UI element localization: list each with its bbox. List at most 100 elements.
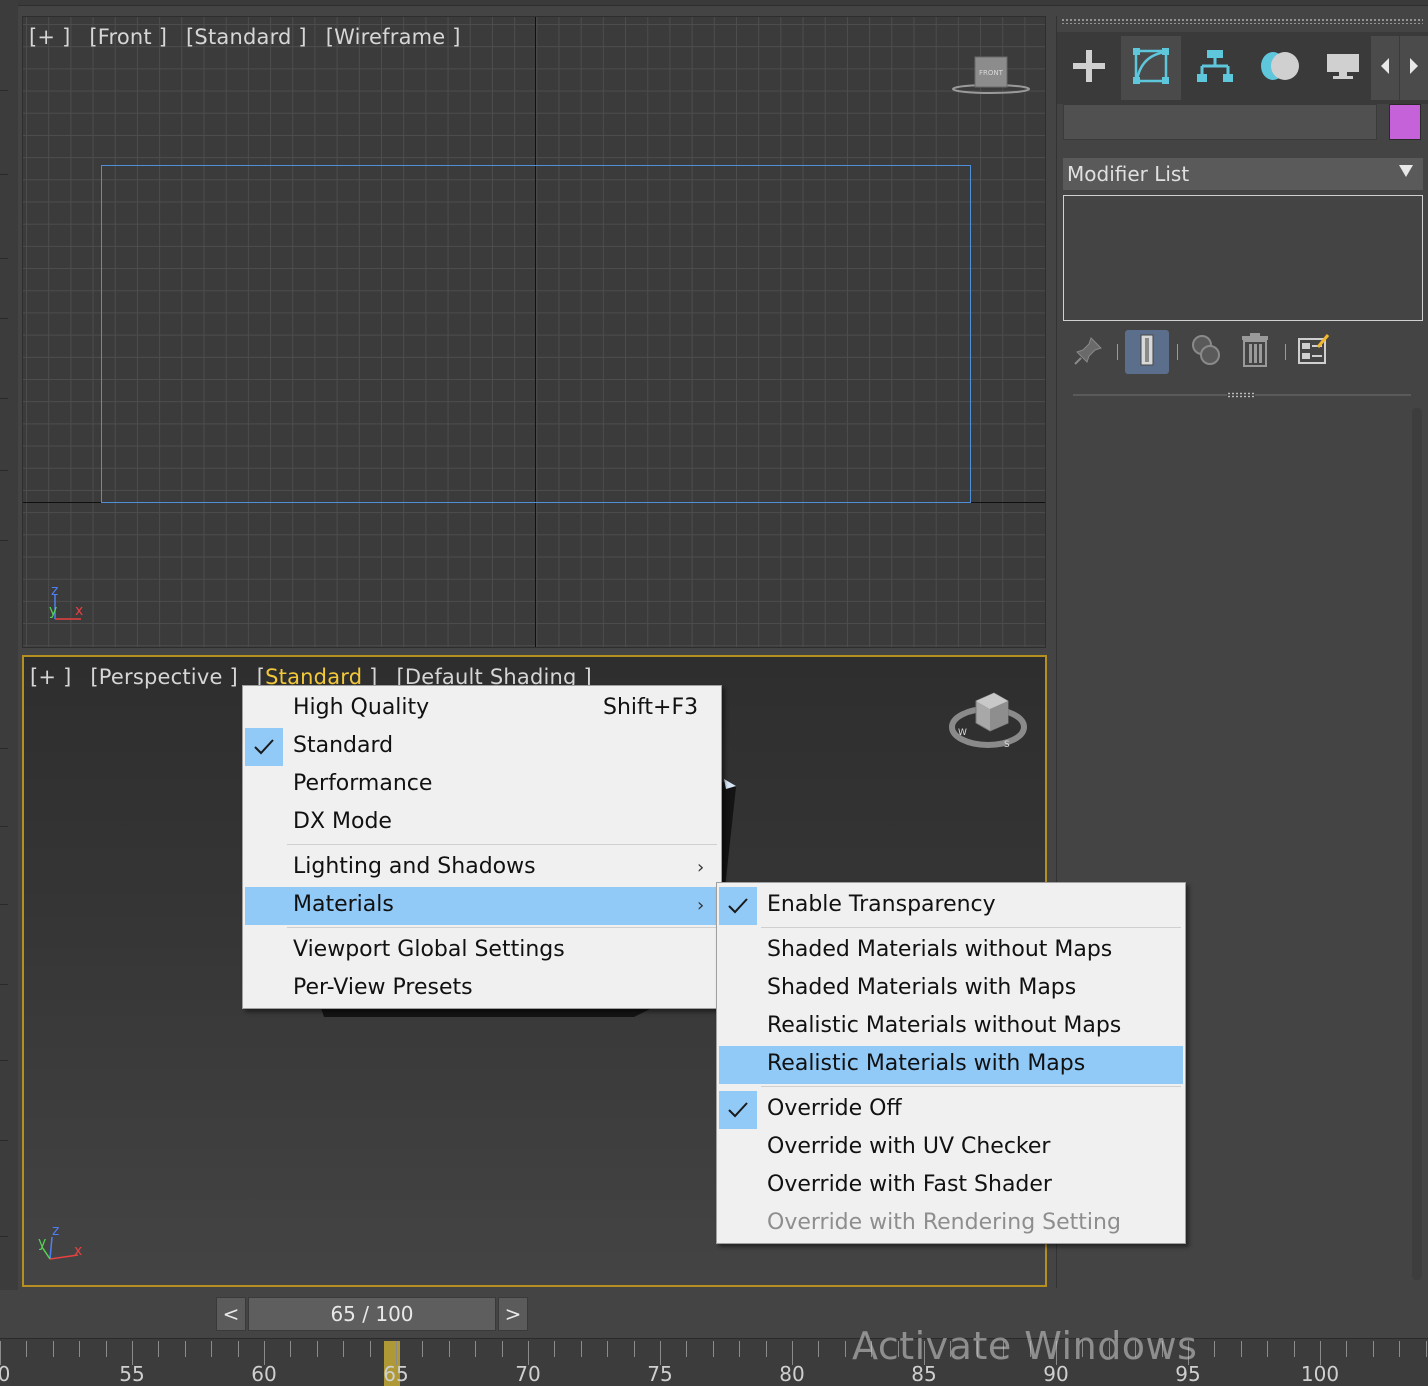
- viewport-shading-menu[interactable]: [Standard ]: [186, 25, 307, 49]
- configure-modifier-sets-button[interactable]: [1291, 330, 1335, 374]
- menu-item-standard[interactable]: Standard: [245, 728, 719, 766]
- activate-windows-watermark: Activate Windows: [852, 1324, 1198, 1368]
- timeline-tick: [369, 1341, 371, 1357]
- axis-z-label: z: [52, 1223, 60, 1239]
- modifier-stack-toolbar: [1067, 330, 1417, 374]
- timeline-tick: [739, 1341, 741, 1357]
- axis-y-label: y: [38, 1235, 47, 1251]
- track-bar-timeline[interactable]: 0 55 60 65 70 75 80 85 90 95 100: [0, 1338, 1428, 1386]
- viewport-display-mode-menu[interactable]: [Wireframe ]: [326, 25, 461, 49]
- modifier-list-label: Modifier List: [1067, 162, 1190, 186]
- modify-curve-icon: [1131, 46, 1171, 90]
- plane-object-outline[interactable]: [101, 165, 971, 503]
- object-name-input[interactable]: [1063, 104, 1377, 140]
- menu-item-enable-transparency[interactable]: Enable Transparency: [719, 887, 1183, 925]
- configure-sets-icon: [1296, 333, 1330, 371]
- axis-y-label: y: [49, 603, 58, 619]
- menu-item-override-fast-shader[interactable]: Override with Fast Shader: [719, 1167, 1183, 1205]
- viewcube-perspective[interactable]: W S: [948, 687, 1028, 757]
- time-slider[interactable]: < 65 / 100 >: [216, 1297, 530, 1331]
- timeline-tick: [607, 1341, 609, 1357]
- time-slider-thumb[interactable]: 65 / 100: [248, 1297, 496, 1331]
- timeline-tick: [475, 1341, 477, 1357]
- menu-item-lighting-and-shadows[interactable]: Lighting and Shadows ›: [245, 849, 719, 887]
- timeline-tick: [844, 1341, 846, 1357]
- remove-modifier-button[interactable]: [1233, 330, 1277, 374]
- viewport-point-of-view-menu[interactable]: [Perspective ]: [90, 665, 237, 689]
- timeline-tick: [184, 1341, 186, 1357]
- timeline-tick: [1425, 1341, 1427, 1357]
- timeline-tick: [501, 1341, 503, 1357]
- timeline-tick: [448, 1341, 450, 1357]
- tab-hierarchy[interactable]: [1185, 36, 1245, 100]
- monitor-icon: [1323, 46, 1363, 90]
- timeline-tick: [211, 1341, 213, 1357]
- menu-item-shaded-with-maps[interactable]: Shaded Materials with Maps: [719, 970, 1183, 1008]
- check-icon: [719, 1091, 757, 1129]
- viewcube-front[interactable]: FRONT: [949, 53, 1033, 97]
- menu-item-override-rendering-setting: Override with Rendering Setting: [767, 1210, 1121, 1235]
- rollout-resize-grip[interactable]: [1227, 392, 1255, 398]
- timeline-tick: [1240, 1341, 1242, 1357]
- menu-item-realistic-with-maps[interactable]: Realistic Materials with Maps: [719, 1046, 1183, 1084]
- timeline-frame-label: 80: [779, 1362, 805, 1386]
- timeline-tick: [580, 1341, 582, 1357]
- viewport-point-of-view-menu[interactable]: [Front ]: [89, 25, 167, 49]
- menu-item-performance[interactable]: Performance: [245, 766, 719, 804]
- menu-item-shaded-without-maps[interactable]: Shaded Materials without Maps: [719, 932, 1183, 970]
- menu-item-high-quality[interactable]: High Quality Shift+F3: [245, 690, 719, 728]
- tab-display[interactable]: [1313, 36, 1373, 100]
- axis-z-label: z: [51, 583, 59, 599]
- menu-item-viewport-global-settings[interactable]: Viewport Global Settings: [245, 932, 719, 970]
- axis-x-label: x: [74, 1243, 83, 1259]
- timeline-tick: [765, 1341, 767, 1357]
- menu-item-dx-mode[interactable]: DX Mode: [245, 804, 719, 842]
- timeline-tick: [686, 1341, 688, 1357]
- menu-separator: [761, 927, 1181, 928]
- menu-item-per-view-presets[interactable]: Per-View Presets: [245, 970, 719, 1008]
- axis-tripod-front: z y x: [47, 583, 97, 633]
- timeline-tick: [26, 1341, 28, 1357]
- menu-item-realistic-without-maps[interactable]: Realistic Materials without Maps: [719, 1008, 1183, 1046]
- submenu-chevron-icon: ›: [697, 857, 705, 878]
- tab-scroll-right-button[interactable]: [1400, 36, 1428, 100]
- previous-frame-button[interactable]: <: [216, 1297, 246, 1331]
- motion-icon: [1257, 46, 1301, 90]
- trash-icon: [1238, 332, 1272, 372]
- next-frame-button[interactable]: >: [498, 1297, 528, 1331]
- timeline-tick: [1399, 1341, 1401, 1357]
- timeline-frame-label: 75: [647, 1362, 673, 1386]
- timeline-tick: [290, 1341, 292, 1357]
- pin-stack-button[interactable]: [1067, 330, 1111, 374]
- tab-scroll-left-button[interactable]: [1371, 36, 1399, 100]
- timeline-frame-label: 0: [0, 1362, 11, 1386]
- command-panel-scrollbar[interactable]: [1412, 408, 1422, 1280]
- tab-create[interactable]: [1059, 36, 1119, 100]
- modifier-list-dropdown[interactable]: Modifier List: [1063, 158, 1423, 190]
- menu-item-materials[interactable]: Materials ›: [245, 887, 719, 925]
- menu-separator: [761, 1086, 1181, 1087]
- menu-shortcut-text: Shift+F3: [603, 695, 699, 720]
- timeline-frame-label: 60: [251, 1362, 277, 1386]
- tab-motion[interactable]: [1249, 36, 1309, 100]
- timeline-tick: [1293, 1341, 1295, 1357]
- timeline-frame-label: 100: [1300, 1362, 1340, 1386]
- viewport-menu-plus[interactable]: [+ ]: [29, 25, 70, 49]
- make-unique-button[interactable]: [1185, 330, 1229, 374]
- menu-item-override-uv-checker[interactable]: Override with UV Checker: [719, 1129, 1183, 1167]
- tab-modify[interactable]: [1121, 36, 1181, 100]
- timeline-frame-label: 70: [515, 1362, 541, 1386]
- end-result-icon: [1135, 333, 1159, 371]
- svg-text:W: W: [958, 728, 967, 738]
- timeline-tick: [79, 1341, 81, 1357]
- modifier-stack-list[interactable]: [1063, 195, 1423, 321]
- front-viewport[interactable]: [+ ] [Front ] [Standard ] [Wireframe ] F…: [22, 16, 1046, 648]
- viewport-menu-plus[interactable]: [+ ]: [30, 665, 71, 689]
- left-toolbar-strip: [0, 0, 18, 1290]
- svg-text:S: S: [1004, 740, 1010, 750]
- show-end-result-button[interactable]: [1125, 330, 1169, 374]
- object-color-swatch[interactable]: [1389, 104, 1421, 140]
- panel-grip[interactable]: [1061, 18, 1423, 24]
- menu-item-override-off[interactable]: Override Off: [719, 1091, 1183, 1129]
- triangle-right-icon: [1408, 57, 1420, 79]
